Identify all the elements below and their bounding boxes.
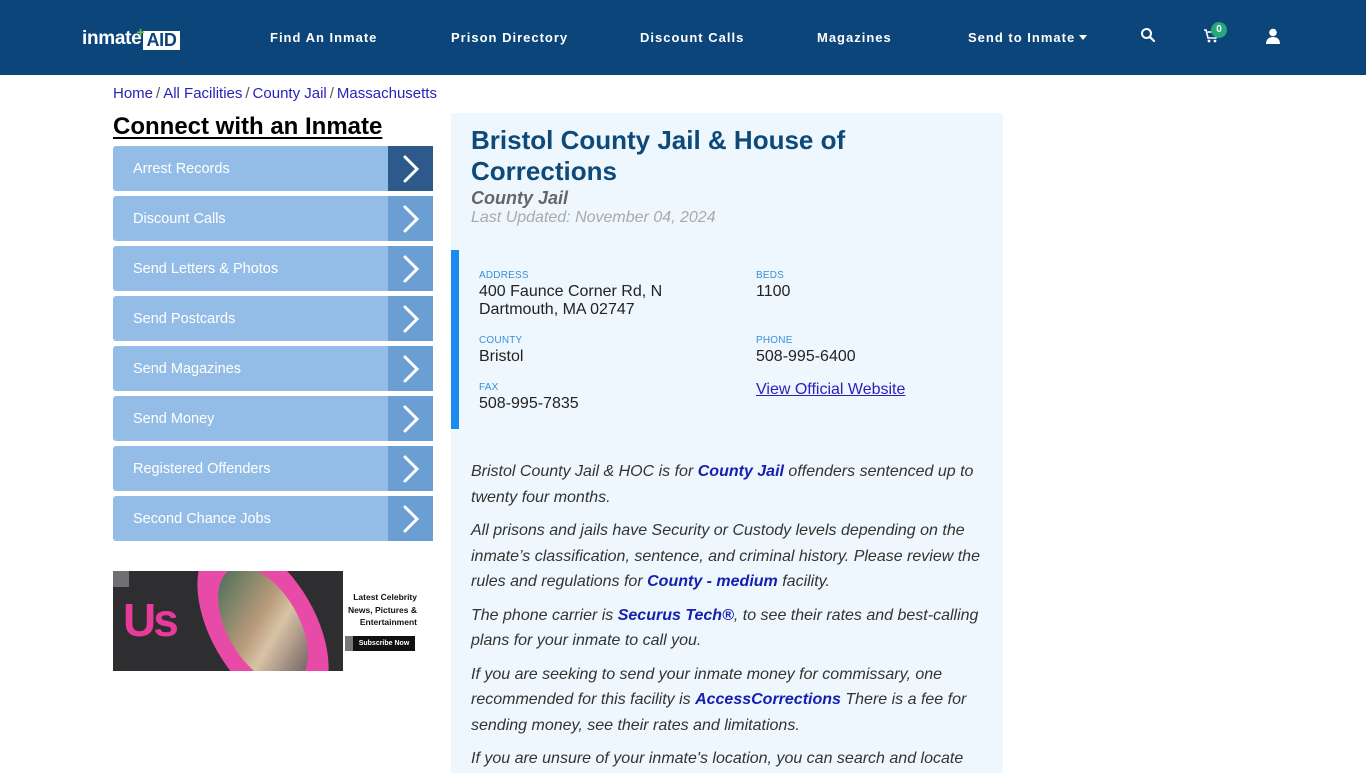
plus-icon: + bbox=[136, 24, 145, 40]
sidebar-item-registered-offenders[interactable]: Registered Offenders bbox=[113, 446, 433, 491]
view-official-website-link[interactable]: View Official Website bbox=[756, 381, 905, 399]
sidebar-item-label: Discount Calls bbox=[133, 210, 226, 227]
county-medium-link[interactable]: County - medium bbox=[647, 573, 778, 590]
search-icon[interactable] bbox=[1140, 27, 1160, 47]
chevron-right-icon bbox=[388, 146, 433, 191]
county-value: Bristol bbox=[479, 348, 524, 365]
sidebar-item-arrest-records[interactable]: Arrest Records bbox=[113, 146, 433, 191]
ad-headline: Latest Celebrity News, Pictures & Entert… bbox=[348, 592, 417, 627]
paragraph-money: If you are seeking to send your inmate m… bbox=[471, 662, 991, 739]
logo[interactable]: inmate + AID bbox=[82, 24, 180, 50]
sidebar-item-label: Send Money bbox=[133, 410, 215, 427]
sidebar-menu: Arrest Records Discount Calls Send Lette… bbox=[113, 146, 433, 546]
logo-text: inmate bbox=[82, 28, 142, 49]
nav-prison-directory[interactable]: Prison Directory bbox=[451, 30, 568, 45]
sidebar-item-label: Send Magazines bbox=[133, 360, 242, 377]
breadcrumb-massachusetts[interactable]: Massachusetts bbox=[337, 85, 437, 102]
phone-field: PHONE 508-995-6400 bbox=[756, 335, 856, 366]
sidebar-item-label: Send Letters & Photos bbox=[133, 260, 279, 277]
facility-type: County Jail bbox=[471, 188, 569, 208]
chevron-right-icon bbox=[388, 396, 433, 441]
fax-field: FAX 508-995-7835 bbox=[479, 382, 579, 413]
county-jail-link[interactable]: County Jail bbox=[698, 463, 784, 480]
breadcrumb-home[interactable]: Home bbox=[113, 85, 153, 102]
paragraph-phone: The phone carrier is Securus Tech®, to s… bbox=[471, 603, 991, 654]
caret-down-icon bbox=[1079, 35, 1088, 40]
chevron-right-icon bbox=[388, 296, 433, 341]
county-field: COUNTY Bristol bbox=[479, 335, 523, 366]
text: If you are unsure of your inmate's locat… bbox=[471, 750, 964, 767]
ad-brand-logo: Us bbox=[123, 594, 179, 646]
beds-label: BEDS bbox=[756, 270, 785, 281]
sidebar-item-label: Arrest Records bbox=[133, 160, 230, 177]
facility-panel: Bristol County Jail & House of Correctio… bbox=[451, 113, 1003, 773]
nav-discount-calls[interactable]: Discount Calls bbox=[640, 30, 744, 45]
sidebar-item-label: Send Postcards bbox=[133, 310, 236, 327]
chevron-right-icon bbox=[388, 496, 433, 541]
text: The phone carrier is bbox=[471, 606, 618, 624]
beds-field: BEDS 1100 bbox=[756, 270, 790, 301]
nav-send-to-inmate-label: Send to Inmate bbox=[968, 30, 1076, 45]
cart-count-badge: 0 bbox=[1211, 22, 1227, 38]
facility-description: Bristol County Jail & HOC is for County … bbox=[471, 459, 991, 780]
sidebar-item-label: Second Chance Jobs bbox=[133, 510, 271, 527]
fax-label: FAX bbox=[479, 382, 499, 393]
facility-title: Bristol County Jail & House of Correctio… bbox=[471, 125, 846, 186]
address-line1: 400 Faunce Corner Rd, N bbox=[479, 283, 663, 300]
breadcrumb-county-jail[interactable]: County Jail bbox=[253, 85, 327, 102]
fax-value: 508-995-7835 bbox=[479, 395, 579, 412]
top-navigation: inmate + AID Find An Inmate Prison Direct… bbox=[0, 0, 1366, 75]
sidebar-item-send-money[interactable]: Send Money bbox=[113, 396, 433, 441]
facility-info-box: ADDRESS 400 Faunce Corner Rd, N Dartmout… bbox=[451, 250, 1003, 429]
sidebar-item-send-letters-photos[interactable]: Send Letters & Photos bbox=[113, 246, 433, 291]
address-label: ADDRESS bbox=[479, 270, 529, 281]
ad-corner-square bbox=[113, 571, 129, 587]
text: facility. bbox=[777, 573, 830, 590]
connect-heading: Connect with an Inmate bbox=[113, 113, 383, 140]
sidebar-item-send-postcards[interactable]: Send Postcards bbox=[113, 296, 433, 341]
breadcrumb-all-facilities[interactable]: All Facilities bbox=[163, 85, 242, 102]
sidebar-item-discount-calls[interactable]: Discount Calls bbox=[113, 196, 433, 241]
breadcrumb-separator: / bbox=[156, 85, 161, 102]
breadcrumb: Home / All Facilities / County Jail / Massachu… bbox=[113, 85, 437, 102]
ad-subscribe-button[interactable]: Subscribe Now bbox=[345, 636, 415, 651]
chevron-right-icon bbox=[388, 346, 433, 391]
nav-magazines[interactable]: Magazines bbox=[817, 30, 892, 45]
paragraph-sentence: Bristol County Jail & HOC is for County … bbox=[471, 459, 991, 510]
paragraph-security: All prisons and jails have Security or C… bbox=[471, 518, 991, 595]
access-corrections-link[interactable]: AccessCorrections bbox=[695, 691, 841, 708]
sidebar-item-second-chance-jobs[interactable]: Second Chance Jobs bbox=[113, 496, 433, 541]
chevron-right-icon bbox=[388, 246, 433, 291]
logo-aid: + AID bbox=[136, 24, 180, 50]
address-field: ADDRESS 400 Faunce Corner Rd, N Dartmout… bbox=[479, 270, 662, 319]
nav-send-to-inmate[interactable]: Send to Inmate bbox=[968, 30, 1088, 45]
us-weekly-ad-banner[interactable]: Us Latest Celebrity News, Pictures & Ent… bbox=[113, 571, 417, 671]
breadcrumb-separator: / bbox=[329, 85, 334, 102]
chevron-right-icon bbox=[388, 446, 433, 491]
sidebar-item-label: Registered Offenders bbox=[133, 460, 271, 477]
phone-label: PHONE bbox=[756, 335, 793, 346]
text: Bristol County Jail & HOC is for bbox=[471, 463, 698, 480]
sidebar-item-send-magazines[interactable]: Send Magazines bbox=[113, 346, 433, 391]
breadcrumb-separator: / bbox=[245, 85, 250, 102]
beds-value: 1100 bbox=[756, 283, 791, 300]
securus-tech-link[interactable]: Securus Tech® bbox=[618, 607, 734, 624]
logo-aid-text: AID bbox=[146, 30, 177, 50]
address-line2: Dartmouth, MA 02747 bbox=[479, 301, 635, 318]
county-label: COUNTY bbox=[479, 335, 523, 346]
nav-find-an-inmate[interactable]: Find An Inmate bbox=[270, 30, 377, 45]
user-icon[interactable] bbox=[1266, 28, 1286, 48]
phone-value: 508-995-6400 bbox=[756, 348, 856, 365]
last-updated: Last Updated: November 04, 2024 bbox=[471, 209, 716, 226]
chevron-right-icon bbox=[388, 196, 433, 241]
